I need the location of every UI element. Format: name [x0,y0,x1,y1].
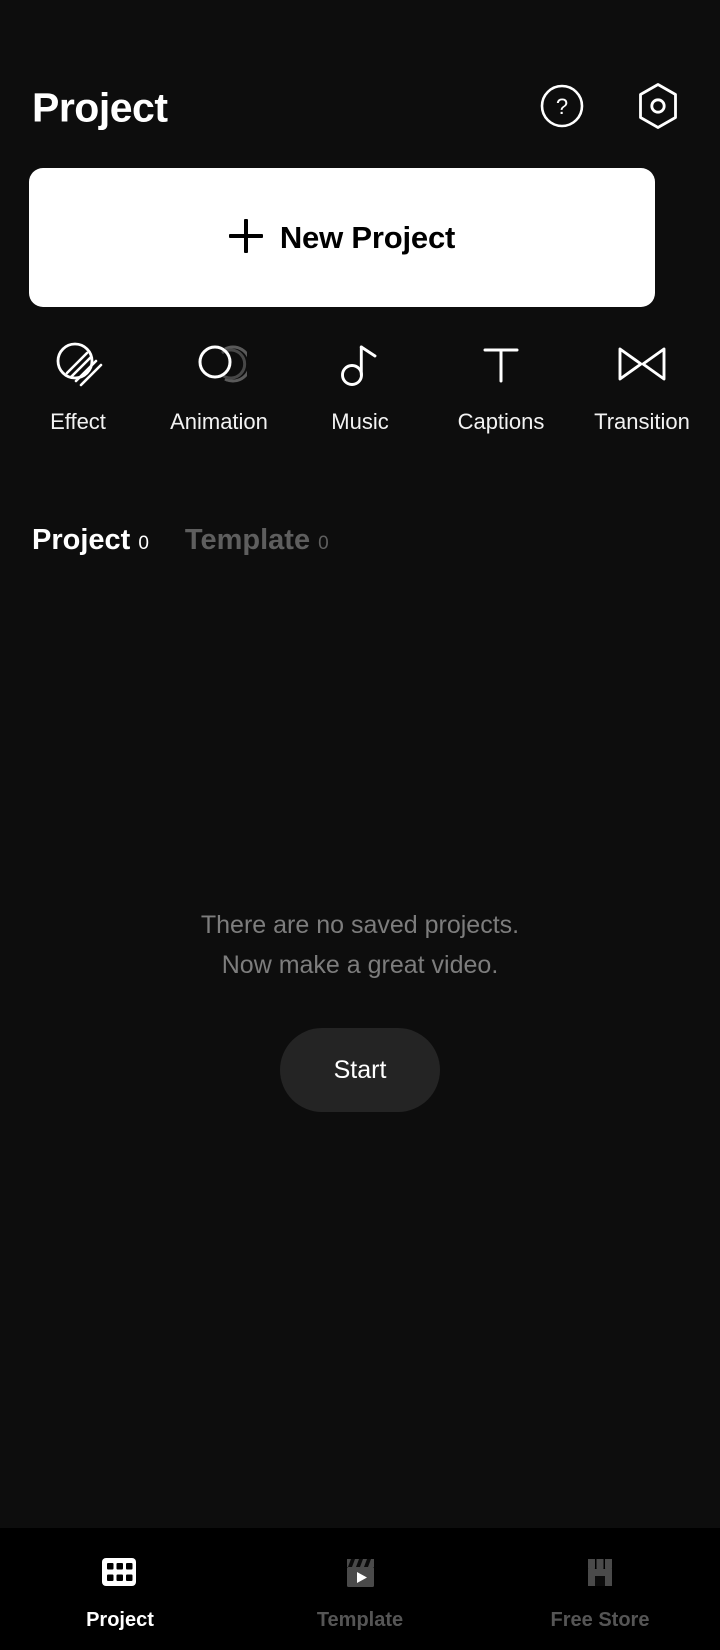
empty-state-line-2: Now make a great video. [221,951,499,979]
new-project-label: New Project [279,219,456,255]
start-button[interactable]: Start [280,1028,440,1112]
tab-template[interactable]: Template 0 [185,524,329,557]
help-circle-icon: ? [539,83,585,134]
feature-animation[interactable]: Animation [155,336,283,435]
text-t-icon [473,336,529,392]
film-strip-icon [96,1546,144,1598]
effect-hatched-circle-icon [50,336,106,392]
feature-effect[interactable]: Effect [14,336,142,435]
page-title: Project [32,84,168,131]
content-tabs: Project 0 Template 0 [32,524,329,557]
transition-bowtie-icon [614,336,670,392]
nav-item-template[interactable]: Template [240,1528,480,1650]
tab-project-label: Project [32,524,131,556]
feature-captions[interactable]: Captions [437,336,565,435]
plus-icon [228,218,263,253]
feature-music-label: Music [331,409,389,434]
feature-captions-label: Captions [457,409,545,434]
hex-settings-icon [633,81,683,136]
nav-item-free-store[interactable]: Free Store [480,1528,720,1650]
app-header: Project ? [0,60,720,156]
music-note-icon [332,336,388,392]
feature-shortcut-row: Effect Animation Music Captions Transiti… [0,336,720,461]
tab-project[interactable]: Project 0 [32,524,149,557]
help-button[interactable]: ? [536,82,588,134]
svg-text:?: ? [556,94,568,119]
clapperboard-icon [336,1546,384,1598]
settings-button[interactable] [632,82,684,134]
tab-project-count: 0 [138,533,149,554]
empty-state-line-1: There are no saved projects. [200,911,520,939]
nav-item-project[interactable]: Project [0,1528,240,1650]
feature-transition-label: Transition [594,409,690,434]
feature-transition[interactable]: Transition [578,336,706,435]
nav-item-template-label: Template [316,1609,404,1631]
storefront-icon [576,1546,624,1598]
bottom-navigation-bar: Project Template Free Store [0,1528,720,1650]
feature-effect-label: Effect [50,409,106,434]
empty-state: There are no saved projects. Now make a … [0,905,720,1112]
nav-item-free-store-label: Free Store [550,1609,650,1631]
header-actions: ? [536,82,684,134]
feature-music[interactable]: Music [296,336,424,435]
new-project-button[interactable]: New Project [29,168,655,307]
tab-template-label: Template [184,524,311,556]
nav-item-project-label: Project [86,1609,154,1631]
animation-motion-trail-icon [191,336,247,392]
tab-template-count: 0 [318,533,329,554]
feature-animation-label: Animation [170,409,268,434]
start-button-label: Start [333,1055,387,1084]
